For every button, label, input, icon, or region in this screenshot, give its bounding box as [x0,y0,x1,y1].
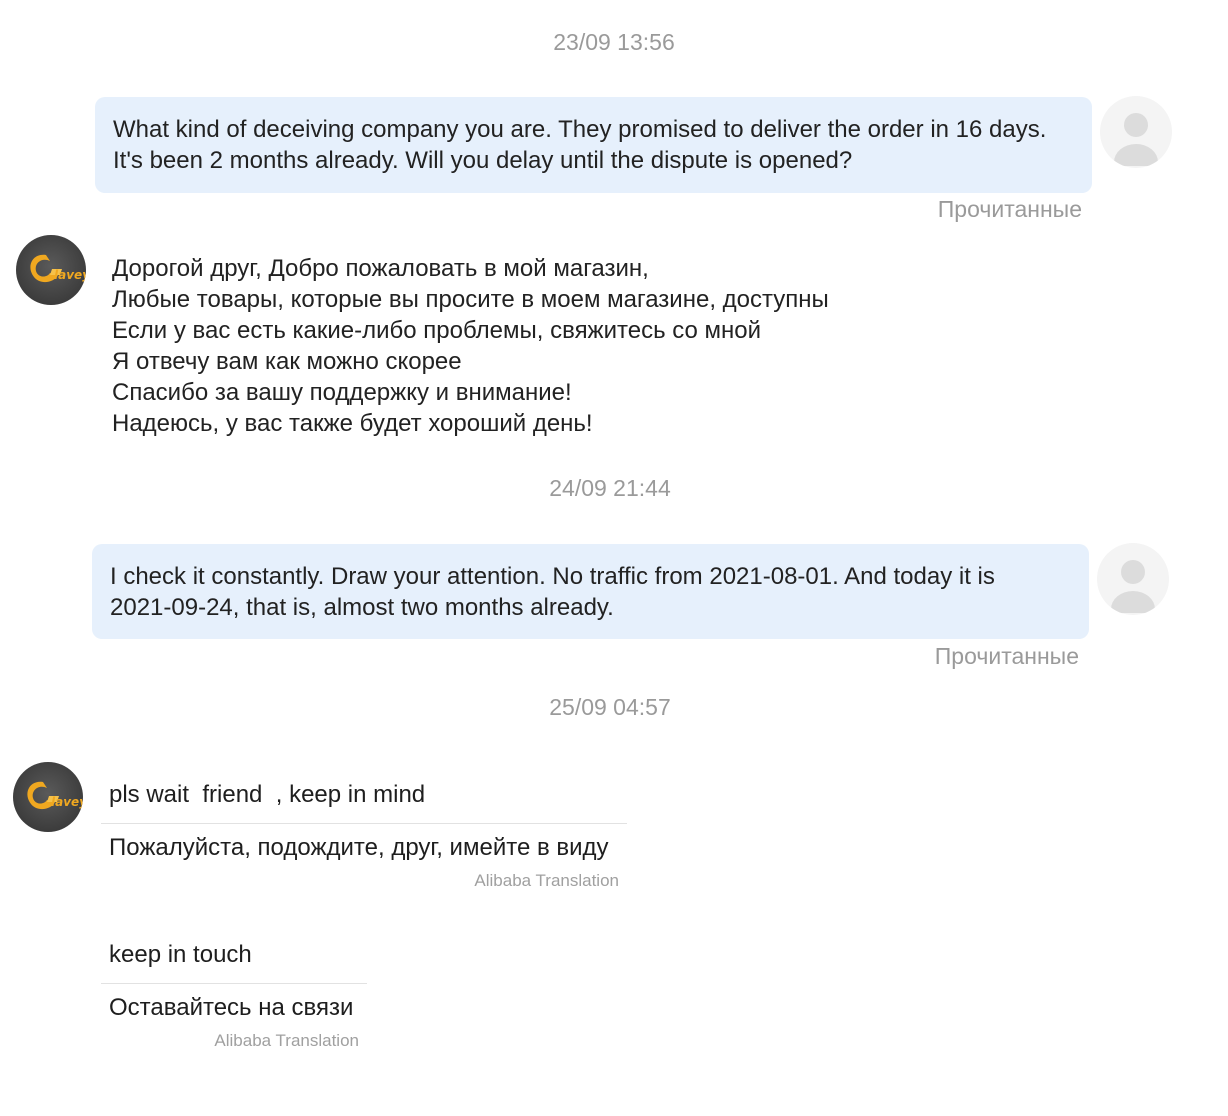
user-avatar[interactable] [1100,96,1172,168]
message-text-line: It's been 2 months already. Will you del… [113,147,853,174]
timestamp: 24/09 21:44 [549,475,671,501]
translation-credit: Alibaba Translation [214,1031,359,1050]
original-text: keep in touch [101,940,367,984]
read-status: Прочитанные [934,643,1079,669]
message-text-line: Спасибо за вашу поддержку и внимание! [112,379,572,406]
message-text-line: I check it constantly. Draw your attenti… [110,563,995,590]
user-silhouette-icon [1124,113,1148,137]
shop-logo-icon: lavey [30,254,86,283]
svg-text:lavey: lavey [54,268,86,282]
timestamp: 23/09 13:56 [553,29,675,55]
message-text-line: What kind of deceiving company you are. … [113,116,1047,143]
incoming-translated-message[interactable]: keep in touch Оставайтесь на связи Aliba… [101,940,367,1052]
user-avatar[interactable] [1097,543,1169,615]
message-text-line: Если у вас есть какие-либо проблемы, свя… [112,317,762,344]
translated-text: Пожалуйста, подождите, друг, имейте в ви… [109,834,609,861]
outgoing-message[interactable]: What kind of deceiving company you are. … [95,97,1092,193]
user-silhouette-icon [1121,560,1145,584]
message-text-line: 2021-09-24, that is, almost two months a… [110,594,614,621]
message-text-line: Дорогой друг, Добро пожаловать в мой маг… [112,255,649,282]
read-status: Прочитанные [937,196,1082,222]
shop-avatar[interactable]: lavey [16,235,86,305]
incoming-message[interactable]: Дорогой друг, Добро пожаловать в мой маг… [112,253,829,439]
original-text: pls wait friend , keep in mind [101,780,627,824]
message-text-line: Я отвечу вам как можно скорее [112,348,462,375]
svg-text:lavey: lavey [51,795,83,809]
message-text-line: Надеюсь, у вас также будет хороший день! [112,410,593,437]
shop-avatar[interactable]: lavey [13,762,83,832]
incoming-translated-message[interactable]: pls wait friend , keep in mind Пожалуйст… [101,780,627,892]
translation-credit: Alibaba Translation [474,871,619,890]
timestamp: 25/09 04:57 [549,694,671,720]
outgoing-message[interactable]: I check it constantly. Draw your attenti… [92,544,1089,639]
message-text-line: Любые товары, которые вы просите в моем … [112,286,829,313]
shop-logo-icon: lavey [27,781,83,810]
translated-text: Оставайтесь на связи [109,994,354,1021]
